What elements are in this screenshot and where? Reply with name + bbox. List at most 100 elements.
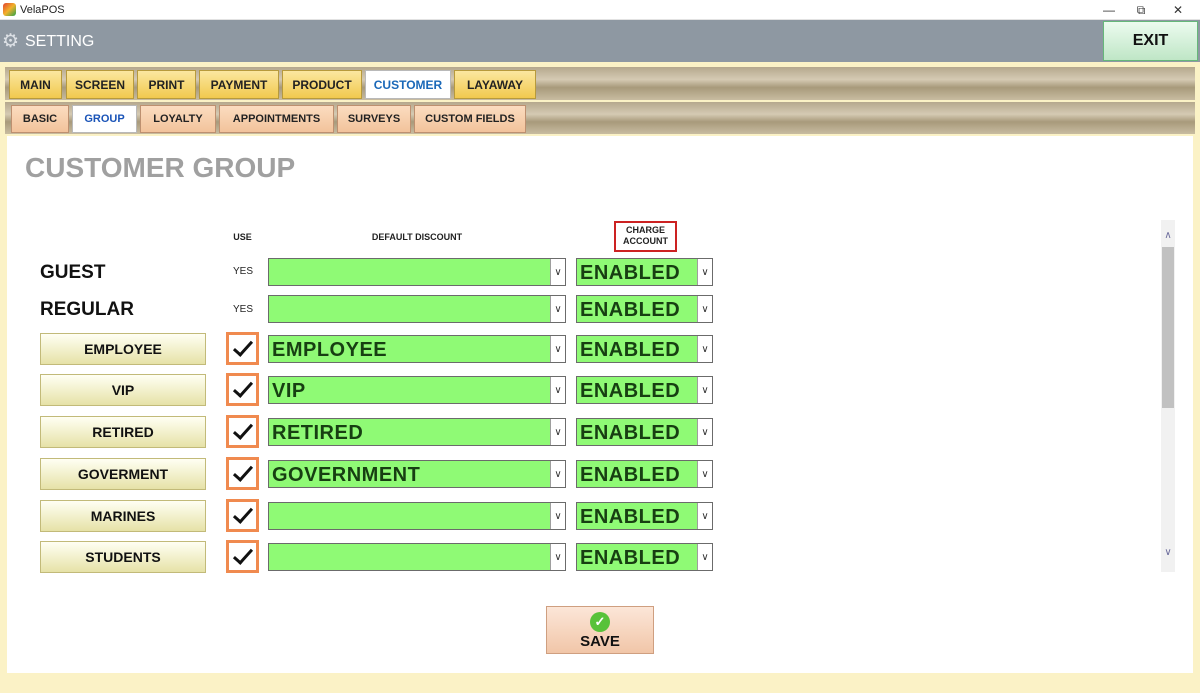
page-title: SETTING bbox=[25, 33, 95, 50]
group-button-retired[interactable]: RETIRED bbox=[40, 416, 206, 448]
discount-dropdown-retired[interactable]: RETIRED ∨ bbox=[268, 418, 566, 446]
charge-account-dropdown-guest[interactable]: ENABLED ∨ bbox=[576, 258, 713, 286]
group-button-marines[interactable]: MARINES bbox=[40, 500, 206, 532]
group-button-employee[interactable]: EMPLOYEE bbox=[40, 333, 206, 365]
charge-account-column-header: CHARGE ACCOUNT bbox=[614, 221, 677, 252]
discount-value: EMPLOYEE bbox=[272, 339, 388, 361]
tab-payment[interactable]: PAYMENT bbox=[199, 70, 279, 99]
use-value-guest: YES bbox=[233, 266, 254, 277]
use-checkbox-marines[interactable] bbox=[226, 499, 259, 532]
save-button[interactable]: ✓ SAVE bbox=[546, 606, 654, 654]
use-checkbox-retired[interactable] bbox=[226, 415, 259, 448]
checkmark-icon bbox=[229, 418, 256, 445]
checkmark-icon bbox=[229, 460, 256, 487]
tab-screen[interactable]: SCREEN bbox=[66, 70, 134, 99]
save-label: SAVE bbox=[580, 633, 620, 650]
minimize-icon[interactable]: — bbox=[1098, 2, 1120, 18]
tab-layaway[interactable]: LAYAWAY bbox=[454, 70, 536, 99]
chevron-down-icon: ∨ bbox=[550, 377, 565, 403]
close-icon[interactable]: ✕ bbox=[1167, 2, 1189, 18]
charge-account-dropdown-employee[interactable]: ENABLED ∨ bbox=[576, 335, 713, 363]
subtab-custom-fields[interactable]: CUSTOM FIELDS bbox=[414, 105, 526, 133]
tab-print[interactable]: PRINT bbox=[137, 70, 196, 99]
charge-account-dropdown-marines[interactable]: ENABLED ∨ bbox=[576, 502, 713, 530]
group-button-students[interactable]: STUDENTS bbox=[40, 541, 206, 573]
chevron-down-icon: ∨ bbox=[697, 336, 712, 362]
default-discount-column-header: DEFAULT DISCOUNT bbox=[371, 232, 463, 242]
chevron-down-icon: ∨ bbox=[550, 503, 565, 529]
charge-account-dropdown-government[interactable]: ENABLED ∨ bbox=[576, 460, 713, 488]
subtab-surveys[interactable]: SURVEYS bbox=[337, 105, 411, 133]
charge-account-value: ENABLED bbox=[580, 547, 681, 569]
group-button-vip[interactable]: VIP bbox=[40, 374, 206, 406]
charge-account-value: ENABLED bbox=[580, 299, 681, 321]
group-label-guest: GUEST bbox=[40, 262, 106, 283]
charge-account-value: ENABLED bbox=[580, 506, 681, 528]
charge-account-dropdown-vip[interactable]: ENABLED ∨ bbox=[576, 376, 713, 404]
charge-account-header-line1: CHARGE bbox=[625, 225, 665, 235]
tab-customer[interactable]: CUSTOMER bbox=[365, 70, 451, 99]
settings-header bbox=[0, 20, 1200, 62]
use-checkbox-government[interactable] bbox=[226, 457, 259, 490]
use-checkbox-vip[interactable] bbox=[226, 373, 259, 406]
charge-account-value: ENABLED bbox=[580, 339, 681, 361]
chevron-down-icon: ∨ bbox=[550, 544, 565, 570]
discount-dropdown-students[interactable]: ∨ bbox=[268, 543, 566, 571]
charge-account-dropdown-regular[interactable]: ENABLED ∨ bbox=[576, 295, 713, 323]
discount-dropdown-vip[interactable]: VIP ∨ bbox=[268, 376, 566, 404]
checkmark-icon bbox=[229, 335, 256, 362]
app-title: VelaPOS bbox=[20, 4, 65, 16]
subtab-basic[interactable]: BASIC bbox=[11, 105, 69, 133]
velapos-logo-icon bbox=[3, 3, 16, 16]
checkmark-icon bbox=[229, 543, 256, 570]
tab-product[interactable]: PRODUCT bbox=[282, 70, 362, 99]
use-column-header: USE bbox=[233, 232, 252, 242]
chevron-down-icon: ∨ bbox=[550, 461, 565, 487]
window-title-bar: VelaPOS — ⧉ ✕ bbox=[0, 0, 1200, 20]
discount-dropdown-employee[interactable]: EMPLOYEE ∨ bbox=[268, 335, 566, 363]
restore-icon[interactable]: ⧉ bbox=[1130, 2, 1152, 18]
gear-icon: ⚙ bbox=[2, 31, 20, 52]
charge-account-dropdown-students[interactable]: ENABLED ∨ bbox=[576, 543, 713, 571]
charge-account-value: ENABLED bbox=[580, 380, 681, 402]
group-label-regular: REGULAR bbox=[40, 299, 134, 320]
charge-account-value: ENABLED bbox=[580, 262, 681, 284]
use-checkbox-employee[interactable] bbox=[226, 332, 259, 365]
section-title: CUSTOMER GROUP bbox=[25, 152, 296, 183]
chevron-down-icon: ∨ bbox=[697, 259, 712, 285]
chevron-down-icon: ∨ bbox=[697, 377, 712, 403]
discount-dropdown-marines[interactable]: ∨ bbox=[268, 502, 566, 530]
discount-dropdown-guest[interactable]: ∨ bbox=[268, 258, 566, 286]
discount-dropdown-regular[interactable]: ∨ bbox=[268, 295, 566, 323]
scroll-down-icon[interactable]: ∨ bbox=[1161, 547, 1175, 558]
subtab-appointments[interactable]: APPOINTMENTS bbox=[219, 105, 334, 133]
chevron-down-icon: ∨ bbox=[550, 259, 565, 285]
chevron-down-icon: ∨ bbox=[697, 419, 712, 445]
chevron-down-icon: ∨ bbox=[550, 296, 565, 322]
discount-value: RETIRED bbox=[272, 422, 364, 444]
use-checkbox-students[interactable] bbox=[226, 540, 259, 573]
chevron-down-icon: ∨ bbox=[697, 544, 712, 570]
scroll-up-icon[interactable]: ∧ bbox=[1161, 230, 1175, 241]
use-value-regular: YES bbox=[233, 304, 254, 315]
subtab-group[interactable]: GROUP bbox=[72, 105, 137, 133]
discount-value: VIP bbox=[272, 380, 306, 402]
discount-value: GOVERNMENT bbox=[272, 464, 421, 486]
chevron-down-icon: ∨ bbox=[697, 461, 712, 487]
subtab-loyalty[interactable]: LOYALTY bbox=[140, 105, 216, 133]
chevron-down-icon: ∨ bbox=[697, 296, 712, 322]
checkmark-icon bbox=[229, 502, 256, 529]
chevron-down-icon: ∨ bbox=[697, 503, 712, 529]
group-button-government[interactable]: GOVERMENT bbox=[40, 458, 206, 490]
checkmark-circle-icon: ✓ bbox=[590, 612, 610, 632]
charge-account-header-line2: ACCOUNT bbox=[623, 236, 668, 246]
tab-main[interactable]: MAIN bbox=[9, 70, 62, 99]
charge-account-value: ENABLED bbox=[580, 422, 681, 444]
exit-button[interactable]: EXIT bbox=[1103, 21, 1198, 61]
chevron-down-icon: ∨ bbox=[550, 336, 565, 362]
checkmark-icon bbox=[229, 376, 256, 403]
discount-dropdown-government[interactable]: GOVERNMENT ∨ bbox=[268, 460, 566, 488]
charge-account-dropdown-retired[interactable]: ENABLED ∨ bbox=[576, 418, 713, 446]
chevron-down-icon: ∨ bbox=[550, 419, 565, 445]
scrollbar-thumb[interactable] bbox=[1162, 247, 1174, 408]
